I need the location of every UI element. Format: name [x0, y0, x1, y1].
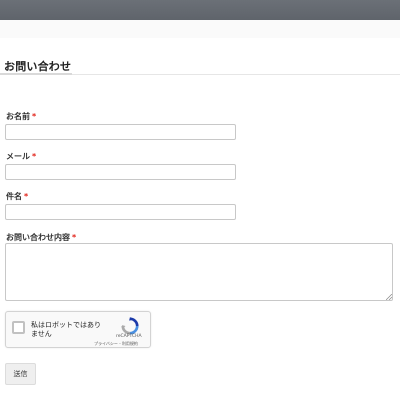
page-title: お問い合わせ — [4, 60, 72, 73]
message-label-text: お問い合わせ内容 — [6, 233, 70, 242]
resize-grip-icon[interactable] — [386, 294, 392, 300]
top-navigation-bar — [0, 0, 400, 20]
recaptcha-logo-icon — [121, 317, 139, 335]
subject-label-text: 件名 — [6, 192, 22, 201]
email-label-text: メール — [6, 152, 30, 161]
subject-input[interactable] — [5, 204, 236, 220]
recaptcha-label: 私はロボットではありません — [31, 321, 101, 338]
recaptcha-terms-link[interactable]: プライバシー - 利用規約 — [94, 341, 138, 347]
required-mark: * — [32, 112, 37, 121]
recaptcha-checkbox[interactable] — [12, 321, 25, 334]
sub-header-strip — [0, 20, 400, 38]
required-mark: * — [24, 192, 29, 201]
recaptcha-brand: reCAPTCHA — [116, 334, 142, 339]
email-label: メール * — [6, 151, 36, 162]
message-textarea[interactable] — [5, 243, 393, 301]
subject-label: 件名 * — [6, 191, 28, 202]
email-input[interactable] — [5, 164, 236, 180]
message-label: お問い合わせ内容 * — [6, 232, 76, 243]
name-input[interactable] — [5, 124, 236, 140]
name-label-text: お名前 — [6, 112, 30, 121]
required-mark: * — [72, 233, 77, 242]
required-mark: * — [32, 152, 37, 161]
recaptcha-widget: 私はロボットではありません reCAPTCHA プライバシー - 利用規約 — [5, 311, 151, 348]
title-underline — [0, 73, 72, 75]
submit-button[interactable]: 送信 — [5, 363, 36, 385]
name-label: お名前 * — [6, 111, 36, 122]
